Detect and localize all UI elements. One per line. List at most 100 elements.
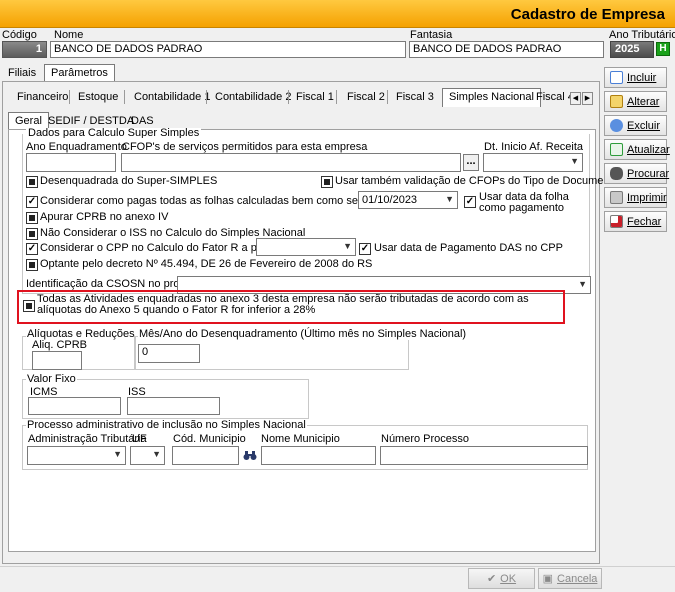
tab-separator — [206, 90, 207, 104]
chevron-down-icon: ▼ — [343, 241, 352, 251]
folhas-date-picker[interactable]: 01/10/2023 ▼ — [358, 191, 458, 209]
adm-tributaria-label: Administração Tributária — [28, 433, 147, 445]
year-h-button[interactable]: H — [656, 42, 670, 56]
tab-contabilidade-2[interactable]: Contabilidade 2 — [215, 91, 291, 103]
optante-checkbox[interactable] — [26, 259, 38, 271]
mes-desenquadramento-input[interactable]: 0 — [138, 344, 200, 363]
title-bar: Cadastro de Empresa — [0, 0, 675, 28]
codigo-field[interactable]: 1 — [2, 41, 47, 58]
optante-label: Optante pelo decreto Nº 45.494, DE 26 de… — [40, 258, 373, 270]
cpp-date-picker[interactable]: ▼ — [256, 238, 356, 256]
binoculars-icon[interactable] — [243, 450, 257, 461]
tab-estoque[interactable]: Estoque — [78, 91, 118, 103]
uf-label: UF — [132, 433, 147, 445]
cfops-lookup-button[interactable]: ... — [463, 154, 479, 171]
tab-fiscal-3[interactable]: Fiscal 3 — [396, 91, 434, 103]
fantasia-label: Fantasia — [410, 29, 453, 41]
fechar-button[interactable]: Fechar — [604, 211, 667, 232]
procurar-button[interactable]: Procurar — [604, 163, 670, 184]
ok-label: OK — [500, 572, 517, 585]
excluir-label: Excluir — [627, 119, 661, 132]
dt-inicio-select[interactable]: ▼ — [483, 153, 583, 172]
nome-municipio-input[interactable] — [261, 446, 376, 465]
tab-fiscal-1[interactable]: Fiscal 1 — [296, 91, 334, 103]
tab-fiscal-4[interactable]: Fiscal 4 — [536, 91, 574, 103]
section-title: Dados para Calculo Super Simples — [26, 128, 202, 138]
csosn-label: Identificação da CSOSN no produto — [26, 278, 201, 290]
close-window-icon — [610, 215, 623, 228]
incluir-label: Incluir — [627, 71, 657, 84]
ano-enquadramento-input[interactable] — [26, 153, 116, 172]
tab-separator — [288, 90, 289, 104]
tab-sedif-destda[interactable]: SEDIF / DESTDA — [48, 115, 134, 127]
incluir-button[interactable]: Incluir — [604, 67, 667, 88]
usar-das-checkbox[interactable] — [359, 243, 371, 255]
binoculars-icon — [610, 167, 623, 180]
tab-contabilidade-1[interactable]: Contabilidade 1 — [134, 91, 210, 103]
apurar-cprb-label: Apurar CPRB no anexo IV — [40, 211, 169, 223]
new-document-icon — [610, 71, 623, 84]
usar-cfop-checkbox[interactable] — [321, 176, 333, 188]
cfops-input[interactable] — [121, 153, 461, 172]
chevron-down-icon: ▼ — [113, 449, 122, 459]
tab-financeiro[interactable]: Financeiro — [17, 91, 68, 103]
tab-separator — [124, 90, 125, 104]
anexo5-checkbox[interactable] — [23, 300, 35, 312]
numero-processo-label: Número Processo — [381, 433, 470, 445]
tab-scroll-left-icon[interactable]: ◀ — [570, 92, 581, 105]
nao-iss-checkbox[interactable] — [26, 228, 38, 240]
usar-data-folha-checkbox[interactable] — [464, 196, 476, 208]
cod-municipio-label: Cód. Municipio — [173, 433, 246, 445]
adm-tributaria-select[interactable]: ▼ — [27, 446, 126, 465]
alterar-label: Alterar — [627, 95, 660, 108]
tab-separator — [69, 90, 70, 104]
tab-das[interactable]: DAS — [131, 115, 154, 127]
ok-button[interactable]: ✔ OK — [468, 568, 535, 589]
apurar-cprb-checkbox[interactable] — [26, 212, 38, 224]
chevron-down-icon: ▼ — [570, 156, 579, 166]
excluir-button[interactable]: Excluir — [604, 115, 667, 136]
procurar-label: Procurar — [627, 167, 670, 180]
fantasia-field[interactable]: BANCO DE DADOS PADRAO — [409, 41, 604, 58]
cfops-label: CFOP's de serviços permitidos para esta … — [122, 141, 368, 153]
codigo-label: Código — [2, 29, 37, 41]
atualizar-button[interactable]: Atualizar — [604, 139, 670, 160]
cod-municipio-input[interactable] — [172, 446, 239, 465]
check-icon: ✔ — [486, 573, 497, 585]
alterar-button[interactable]: Alterar — [604, 91, 667, 112]
considerar-cpp-checkbox[interactable] — [26, 243, 38, 255]
delete-icon — [610, 119, 623, 132]
imprimir-label: Imprimir — [627, 191, 667, 204]
atualizar-label: Atualizar — [627, 143, 670, 156]
fechar-label: Fechar — [627, 215, 662, 228]
tab-fiscal-2[interactable]: Fiscal 2 — [347, 91, 385, 103]
dt-inicio-label: Dt. Inicio Af. Receita — [484, 141, 584, 153]
uf-select[interactable]: ▼ — [130, 446, 165, 465]
tab-scroll-right-icon[interactable]: ▶ — [582, 92, 593, 105]
considerar-folhas-checkbox[interactable] — [26, 196, 38, 208]
tab-separator — [387, 90, 388, 104]
cancela-button[interactable]: ▣ Cancela — [538, 568, 602, 589]
tab-simples-nacional[interactable]: Simples Nacional — [442, 88, 541, 107]
footer-divider — [0, 566, 675, 567]
ano-tributario-label: Ano Tributário — [609, 29, 675, 41]
refresh-icon — [610, 143, 623, 156]
usar-das-label: Usar data de Pagamento DAS no CPP — [374, 242, 563, 254]
nome-field[interactable]: BANCO DE DADOS PADRAO — [50, 41, 406, 58]
icms-input[interactable] — [28, 397, 121, 415]
numero-processo-input[interactable] — [380, 446, 588, 465]
nome-municipio-label: Nome Municipio — [261, 433, 340, 445]
valor-fixo-group-label: Valor Fixo — [26, 373, 77, 385]
imprimir-button[interactable]: Imprimir — [604, 187, 667, 208]
desenquadrada-checkbox[interactable] — [26, 176, 38, 188]
edit-pencil-icon — [610, 95, 623, 108]
chevron-down-icon: ▼ — [445, 194, 454, 204]
cancel-icon: ▣ — [542, 573, 554, 585]
iss-input[interactable] — [127, 397, 220, 415]
tab-parametros[interactable]: Parâmetros — [44, 64, 115, 82]
aliq-cprb-input[interactable] — [32, 351, 82, 370]
folhas-date-value: 01/10/2023 — [362, 194, 418, 206]
chevron-down-icon: ▼ — [152, 449, 161, 459]
processo-group-label: Processo administrativo de inclusão no S… — [26, 419, 307, 431]
ano-tributario-field[interactable]: 2025 — [610, 41, 654, 58]
